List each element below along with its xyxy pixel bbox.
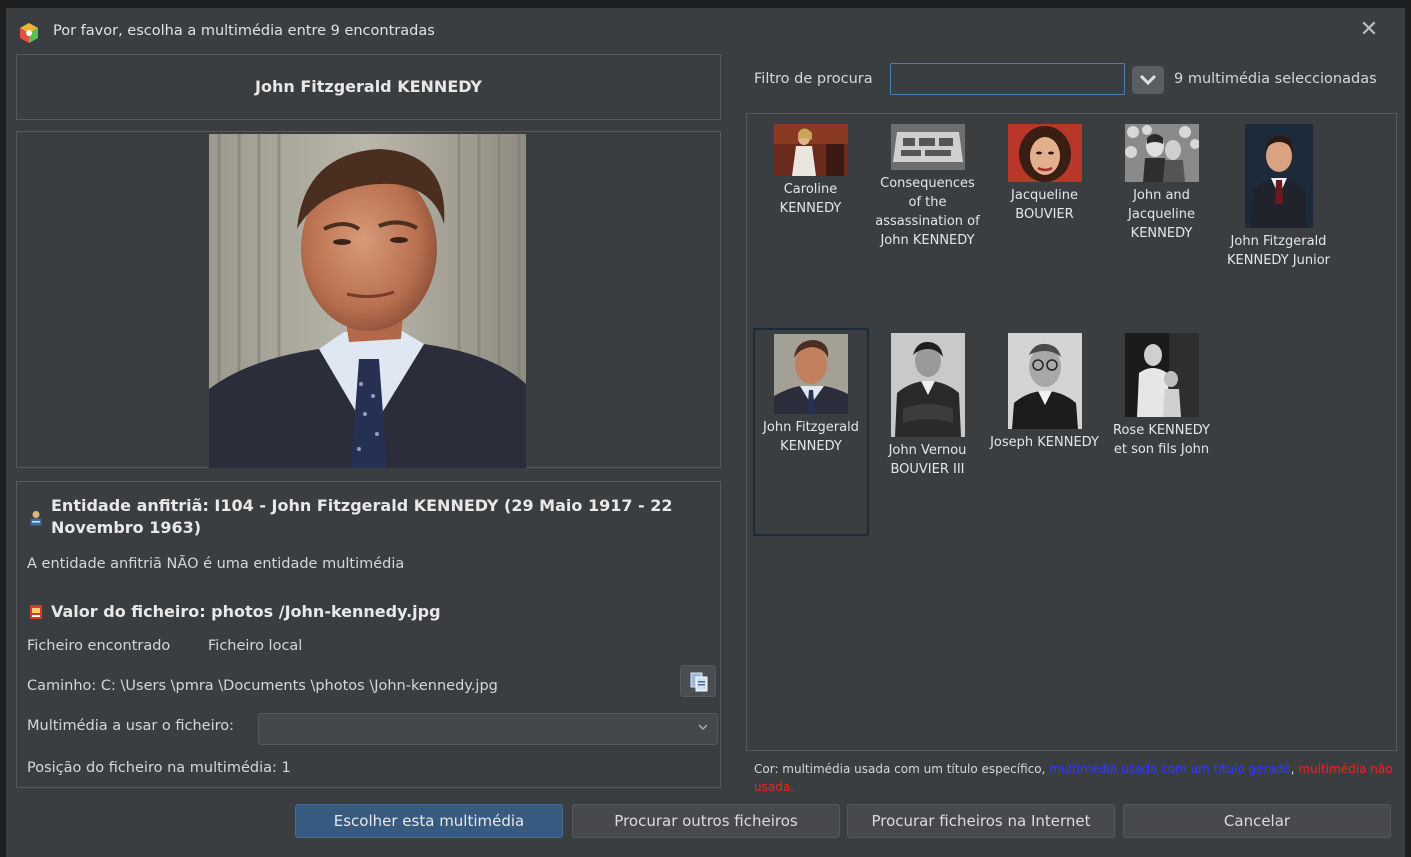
file-path-text: Caminho: C: \Users \pmra \Documents \pho… xyxy=(27,678,498,694)
photo-preview-panel xyxy=(16,131,721,468)
copy-path-button[interactable] xyxy=(680,665,716,697)
photo-portrait-bw-icon xyxy=(1007,333,1082,429)
selected-count: 9 multimédia seleccionadas xyxy=(1174,71,1377,87)
media-thumbnail[interactable]: Jacqueline BOUVIER xyxy=(986,124,1103,224)
host-warning-text: A entidade anfitriã NÃO é uma entidade m… xyxy=(27,556,405,572)
thumbnail-label: John Vernou BOUVIER III xyxy=(888,443,967,477)
file-info-panel: Entidade anfitriã: I104 - John Fitzgeral… xyxy=(16,481,721,788)
file-found-label: Ficheiro encontrado xyxy=(27,638,171,654)
thumbnail-label: Joseph KENNEDY xyxy=(990,435,1099,450)
filter-label: Filtro de procura xyxy=(754,71,873,87)
thumbnail-label: John Fitzgerald KENNEDY Junior xyxy=(1227,234,1330,268)
media-thumbnail-grid: Caroline KENNEDY Consequences of the ass… xyxy=(746,113,1397,751)
thumbnail-label: Caroline KENNEDY xyxy=(779,182,842,216)
individual-name: John Fitzgerald KENNEDY xyxy=(255,77,482,96)
individual-name-panel: John Fitzgerald KENNEDY xyxy=(16,54,721,120)
media-thumbnail[interactable]: John Fitzgerald KENNEDY xyxy=(753,328,869,536)
copy-icon xyxy=(690,672,708,692)
photo-couple-bw-icon xyxy=(1124,124,1199,182)
file-position-text: Posição do ficheiro na multimédia: 1 xyxy=(27,760,291,776)
media-file-icon xyxy=(30,605,42,619)
thumbnail-label: Consequences of the assassination of Joh… xyxy=(875,176,980,248)
host-entity-heading: Entidade anfitriã: I104 - John Fitzgeral… xyxy=(51,496,673,537)
media-thumbnail[interactable]: Joseph KENNEDY xyxy=(986,333,1103,452)
photo-document-icon xyxy=(890,124,965,170)
person-icon xyxy=(30,511,42,526)
legend-specific-title: Cor: multimédia usada com um título espe… xyxy=(754,762,1050,776)
media-thumbnail[interactable]: Rose KENNEDY et son fils John xyxy=(1103,333,1220,459)
media-thumbnail[interactable]: Caroline KENNEDY xyxy=(752,124,869,218)
photo-portrait-jfk-icon xyxy=(774,334,848,414)
photo-portrait-woman-icon xyxy=(1007,124,1082,182)
media-thumbnail[interactable]: John and Jacqueline KENNEDY xyxy=(1103,124,1220,243)
photo-mother-child-bw-icon xyxy=(1124,333,1199,417)
thumbnail-label: John and Jacqueline KENNEDY xyxy=(1128,188,1195,241)
selected-photo-preview xyxy=(209,134,526,468)
legend-generated-title: multimédia usada com um título gerado xyxy=(1049,762,1291,776)
browse-files-button[interactable]: Procurar outros ficheiros xyxy=(572,804,840,838)
file-local-label: Ficheiro local xyxy=(208,638,303,654)
photo-portrait-bw-icon xyxy=(890,333,965,437)
title-bar: Por favor, escolha a multimédia entre 9 … xyxy=(6,8,1405,56)
thumbnail-label: Jacqueline BOUVIER xyxy=(1011,188,1078,222)
file-value-heading: Valor do ficheiro: photos /John-kennedy.… xyxy=(51,602,441,621)
filter-dropdown-button[interactable] xyxy=(1132,66,1164,94)
media-thumbnail[interactable]: Consequences of the assassination of Joh… xyxy=(869,124,986,250)
color-legend: Cor: multimédia usada com um título espe… xyxy=(754,760,1404,796)
chevron-down-icon xyxy=(1139,74,1157,86)
search-internet-button[interactable]: Procurar ficheiros na Internet xyxy=(847,804,1115,838)
photo-woman-stage-icon xyxy=(773,124,848,176)
media-thumbnail[interactable]: John Fitzgerald KENNEDY Junior xyxy=(1220,124,1337,270)
media-using-select[interactable] xyxy=(258,713,718,745)
thumbnail-label: Rose KENNEDY et son fils John xyxy=(1113,423,1210,457)
filter-input[interactable] xyxy=(890,63,1125,95)
choose-media-button[interactable]: Escolher esta multimédia xyxy=(295,804,563,838)
app-logo-icon xyxy=(20,23,38,43)
thumbnail-label: John Fitzgerald KENNEDY xyxy=(763,420,859,454)
close-icon[interactable]: ✕ xyxy=(1357,18,1381,42)
media-chooser-dialog: Por favor, escolha a multimédia entre 9 … xyxy=(6,8,1405,857)
window-title: Por favor, escolha a multimédia entre 9 … xyxy=(53,23,435,39)
media-thumbnail[interactable]: John Vernou BOUVIER III xyxy=(869,333,986,479)
photo-portrait-man-icon xyxy=(1244,124,1313,228)
cancel-button[interactable]: Cancelar xyxy=(1123,804,1391,838)
media-using-label: Multimédia a usar o ficheiro: xyxy=(27,718,235,734)
chevron-down-icon xyxy=(697,721,709,736)
